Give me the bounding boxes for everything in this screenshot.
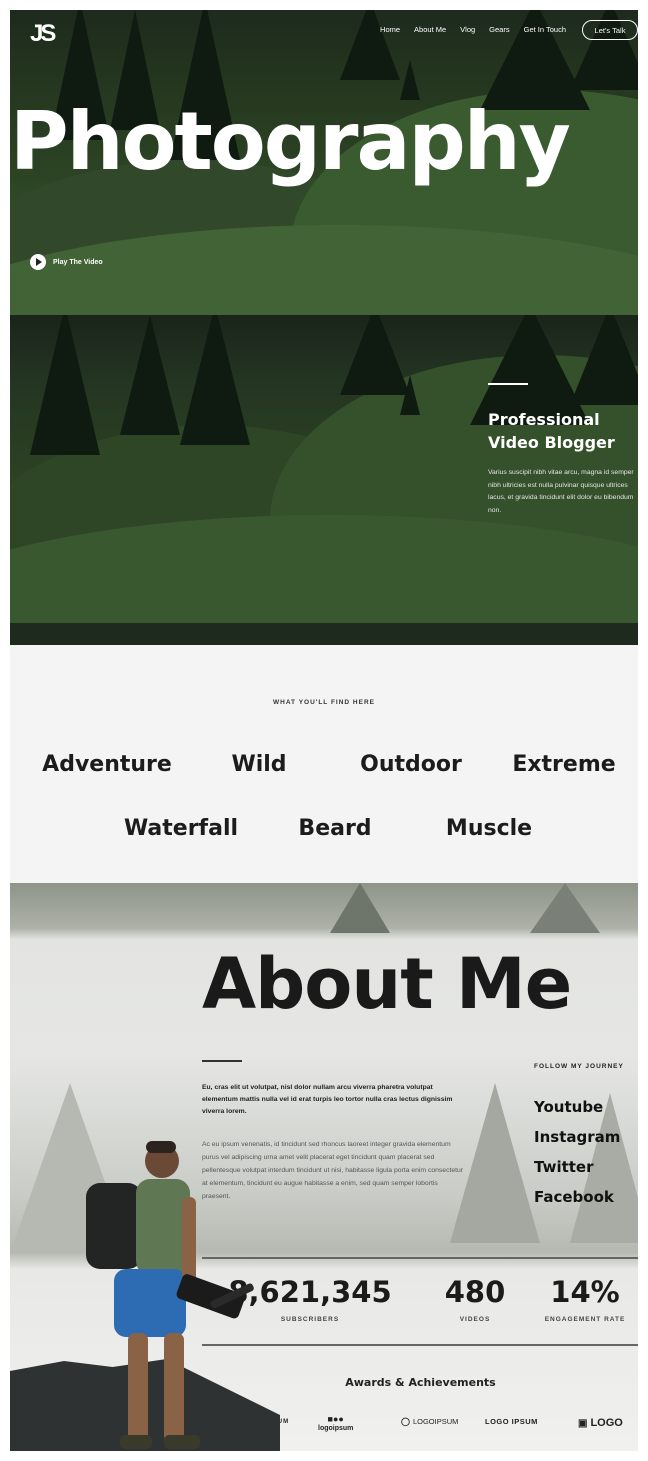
categories-section: WHAT YOU'LL FIND HERE Adventure Wild Out… <box>10 645 638 883</box>
hero-tree <box>400 60 420 100</box>
hiker-leg-left <box>128 1333 148 1443</box>
fog-tree <box>330 883 390 933</box>
fog-tree <box>530 883 600 933</box>
page: JS Home About Me Vlog Gears Get In Touch… <box>10 10 638 1451</box>
site-logo[interactable]: JS <box>30 20 56 48</box>
hiker-photo <box>86 1141 254 1449</box>
nav-link-gears[interactable]: Gears <box>489 25 509 34</box>
stat-engagement-label: ENGAGEMENT RATE <box>544 1316 626 1323</box>
hero-section: JS Home About Me Vlog Gears Get In Touch… <box>10 10 638 315</box>
video-bottom-strip <box>10 623 638 645</box>
award-logo-4: LOGO IPSUM <box>485 1417 538 1426</box>
category-extreme[interactable]: Extreme <box>484 752 638 777</box>
category-outdoor[interactable]: Outdoor <box>331 752 491 777</box>
video-title-line1: Professional <box>488 410 600 429</box>
award-logo-bulb-icon: ◯ <box>401 1417 410 1426</box>
hiker-shoe-right <box>164 1435 200 1449</box>
video-accent-line <box>488 383 528 385</box>
award-logo-3: ◯ LOGOIPSUM <box>401 1417 458 1426</box>
about-intro: Eu, cras elit ut volutpat, nisl dolor nu… <box>202 1084 453 1116</box>
stat-videos-label: VIDEOS <box>459 1316 491 1323</box>
social-link-facebook[interactable]: Facebook <box>534 1188 614 1206</box>
hero-tree <box>340 10 400 80</box>
hiker-torso <box>136 1179 190 1275</box>
about-accent-line <box>202 1060 242 1062</box>
award-logo-square-icon: ▣ <box>578 1417 588 1429</box>
nav-link-contact[interactable]: Get In Touch <box>524 25 566 34</box>
video-tree <box>30 315 100 455</box>
category-beard[interactable]: Beard <box>255 816 415 841</box>
stats-top-rule <box>202 1257 638 1259</box>
video-title: Professional Video Blogger <box>488 408 628 454</box>
award-logo-3-text: LOGOIPSUM <box>412 1417 459 1426</box>
social-link-youtube[interactable]: Youtube <box>534 1098 603 1116</box>
video-tree <box>180 315 250 445</box>
nav-link-vlog[interactable]: Vlog <box>460 25 475 34</box>
category-muscle[interactable]: Muscle <box>409 816 569 841</box>
stats-bottom-rule <box>202 1344 638 1346</box>
nav-link-about[interactable]: About Me <box>414 25 446 34</box>
stat-videos-value: 480 <box>444 1275 506 1309</box>
hiker-shorts <box>114 1269 186 1337</box>
awards-title: Awards & Achievements <box>345 1376 496 1389</box>
follow-label: FOLLOW MY JOURNEY <box>534 1063 624 1070</box>
hiker-leg-right <box>164 1333 184 1443</box>
video-section[interactable]: Professional Video Blogger Varius suscip… <box>10 315 638 645</box>
hiker-backpack <box>86 1183 142 1269</box>
award-logo-5: ▣ LOGO <box>578 1417 623 1429</box>
category-adventure[interactable]: Adventure <box>27 752 187 777</box>
video-tree <box>120 315 180 435</box>
award-logo-2-text: logoipsum <box>318 1425 354 1432</box>
social-link-instagram[interactable]: Instagram <box>534 1128 620 1146</box>
about-section: About Me Eu, cras elit ut volutpat, nisl… <box>10 883 638 1451</box>
award-logo-2: ■●● logoipsum <box>318 1414 354 1433</box>
award-logo-dots-icon: ■●● <box>327 1414 344 1424</box>
video-tree <box>340 315 410 395</box>
hero-title: Photography <box>10 95 571 188</box>
play-video-label[interactable]: Play The Video <box>53 259 103 266</box>
play-video-button[interactable]: Play The Video <box>30 254 103 270</box>
lets-talk-button[interactable]: Let's Talk <box>582 20 638 40</box>
social-link-twitter[interactable]: Twitter <box>534 1158 594 1176</box>
main-nav: Home About Me Vlog Gears Get In Touch <box>380 25 566 34</box>
categories-label: WHAT YOU'LL FIND HERE <box>273 699 375 706</box>
nav-link-home[interactable]: Home <box>380 25 400 34</box>
hiker-arm <box>182 1197 196 1287</box>
award-logo-5-text: LOGO <box>590 1417 623 1429</box>
stat-engagement-value: 14% <box>550 1275 620 1309</box>
category-waterfall[interactable]: Waterfall <box>101 816 261 841</box>
hiker-hair <box>146 1141 176 1153</box>
video-title-line2: Video Blogger <box>488 433 615 453</box>
play-icon[interactable] <box>30 254 46 270</box>
category-wild[interactable]: Wild <box>179 752 339 777</box>
award-logo-4-text: LOGO IPSUM <box>485 1417 538 1426</box>
about-title: About Me <box>202 943 572 1025</box>
video-description: Varius suscipit nibh vitae arcu, magna i… <box>488 469 634 514</box>
hiker-shoe-left <box>120 1435 152 1449</box>
